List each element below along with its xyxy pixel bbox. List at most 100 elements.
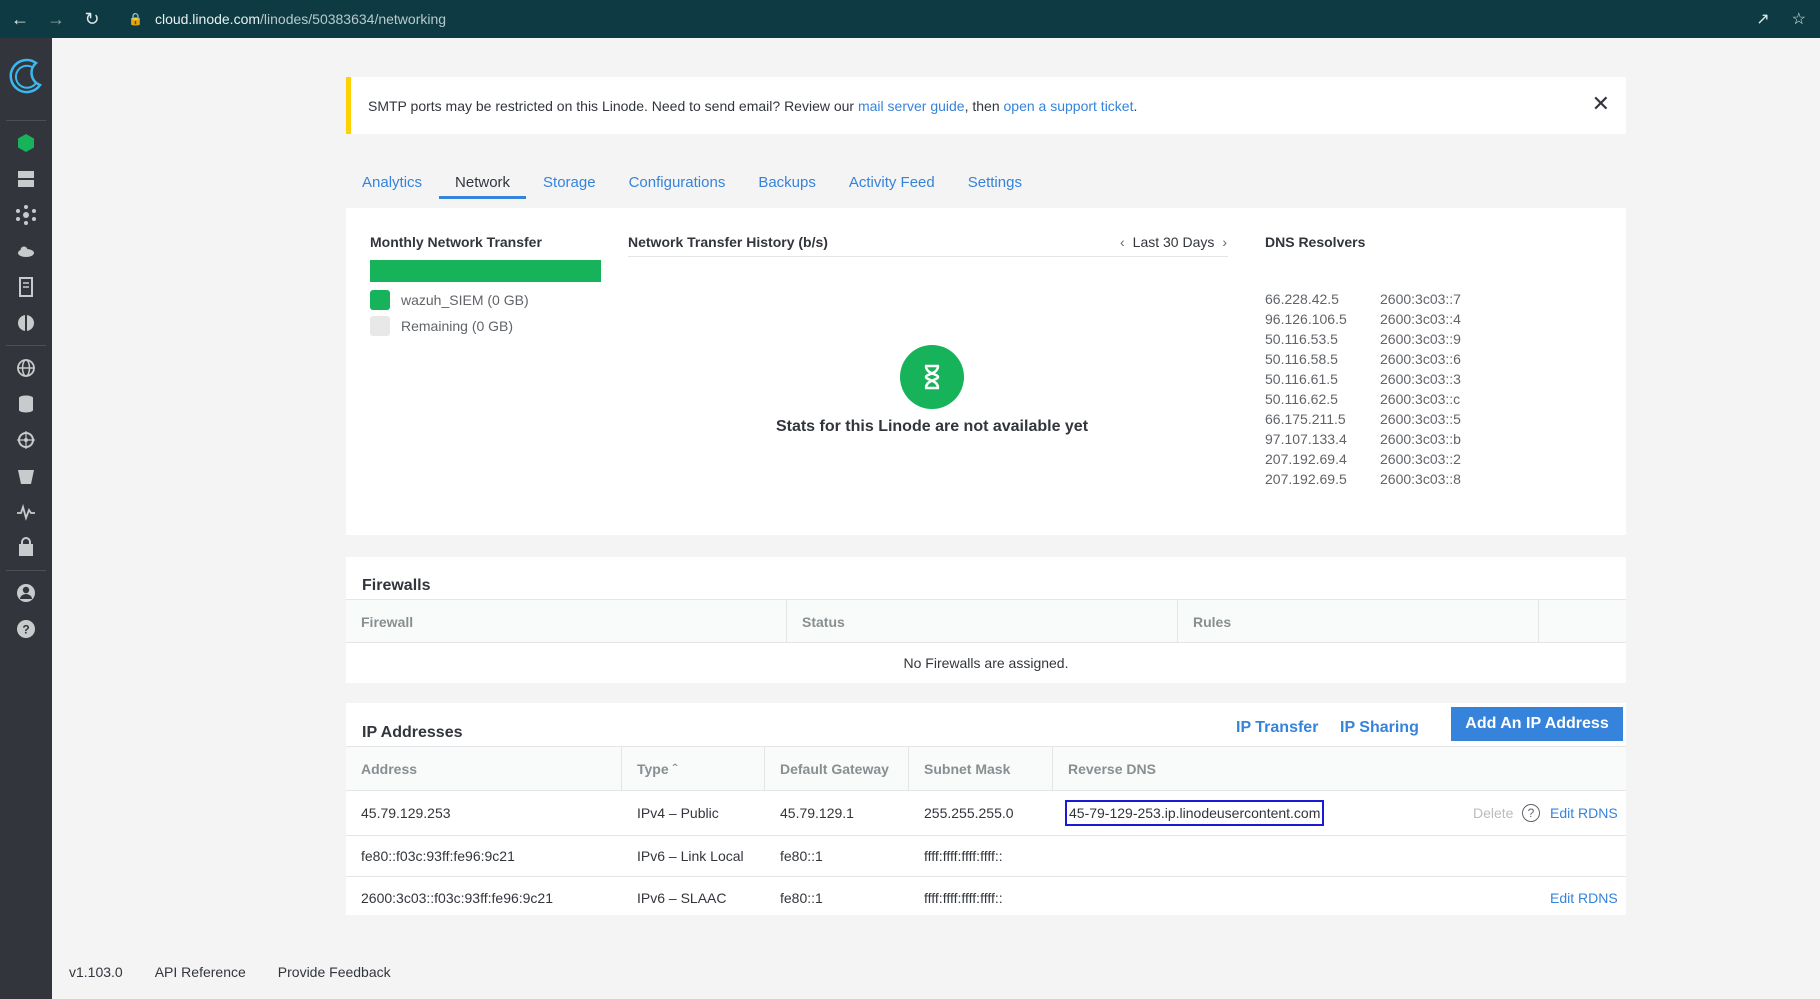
database-icon [19, 395, 33, 413]
sidebar-item-help[interactable]: ? [0, 611, 52, 647]
ip-type-cell: IPv6 – Link Local [637, 848, 744, 864]
reload-icon[interactable]: ↻ [76, 3, 108, 35]
ip-gateway-cell: fe80::1 [780, 848, 823, 864]
sidebar-item-nodebalancers[interactable] [0, 197, 52, 233]
ip-address-cell: fe80::f03c:93ff:fe96:9c21 [361, 848, 515, 864]
address-bar[interactable]: 🔒 cloud.linode.com/linodes/50383634/netw… [128, 11, 446, 27]
api-reference-link[interactable]: API Reference [155, 964, 246, 980]
globe-icon [17, 359, 35, 377]
mail-server-guide-link[interactable]: mail server guide [858, 98, 965, 114]
history-range-label: Last 30 Days [1132, 234, 1215, 250]
url-path: /linodes/50383634/networking [260, 11, 447, 27]
ip-address-cell: 45.79.129.253 [361, 805, 451, 821]
stats-unavailable-text: Stats for this Linode are not available … [775, 418, 1089, 435]
sidebar-item-domains[interactable] [0, 233, 52, 269]
kubernetes-wheel-icon [17, 431, 35, 449]
ip-transfer-link[interactable]: IP Transfer [1236, 719, 1318, 737]
chevron-right-icon[interactable]: › [1222, 234, 1227, 250]
history-divider [628, 256, 1228, 257]
sidebar-item-object-storage[interactable] [0, 458, 52, 494]
version-label: v1.103.0 [69, 964, 123, 980]
table-row: 2600:3c03::f03c:93ff:fe96:9c21 IPv6 – SL… [346, 877, 1626, 918]
tab-configurations[interactable]: Configurations [613, 162, 742, 199]
svg-text:?: ? [22, 623, 29, 637]
tab-analytics[interactable]: Analytics [346, 162, 438, 199]
browser-toolbar: ← → ↻ 🔒 cloud.linode.com/linodes/5038363… [0, 0, 1820, 38]
column-header-type[interactable]: Type ˆ [622, 747, 765, 790]
firewalls-empty-state: No Firewalls are assigned. [903, 655, 1069, 671]
dns-row: 50.116.61.5 2600:3c03::3 [1265, 371, 1461, 387]
dns-row: 50.116.53.5 2600:3c03::9 [1265, 331, 1461, 347]
ip-table-header: Address Type ˆ Default Gateway Subnet Ma… [346, 746, 1626, 791]
forward-icon[interactable]: → [40, 3, 72, 35]
linode-logo-icon [9, 58, 42, 94]
column-header-firewall: Firewall [346, 600, 787, 642]
history-title: Network Transfer History (b/s) [628, 234, 828, 250]
close-icon[interactable]: ✕ [1592, 93, 1610, 115]
dns-row: 97.107.133.4 2600:3c03::b [1265, 431, 1461, 447]
linode-logo[interactable] [0, 38, 52, 116]
sidebar-item-longview[interactable] [0, 494, 52, 530]
tab-activity-feed[interactable]: Activity Feed [833, 162, 951, 199]
sidebar-item-stackscripts[interactable] [0, 269, 52, 305]
used-label: wazuh_SIEM (0 GB) [401, 292, 529, 308]
column-header-status: Status [787, 600, 1178, 642]
cloud-icon [18, 246, 34, 257]
reverse-dns-cell: 45-79-129-253.ip.linodeusercontent.com [1065, 800, 1325, 826]
document-icon [19, 277, 33, 297]
sidebar-item-linodes[interactable] [0, 125, 52, 161]
edit-rdns-button[interactable]: Edit RDNS [1550, 890, 1618, 906]
sidebar-item-account[interactable] [0, 575, 52, 611]
ip-type-cell: IPv6 – SLAAC [637, 889, 727, 906]
sidebar-item-volumes[interactable] [0, 161, 52, 197]
transfer-usage-bar [370, 260, 601, 282]
bucket-icon [18, 470, 34, 484]
account-user-icon [17, 584, 35, 602]
linodes-hexagon-icon [18, 134, 34, 152]
help-question-icon: ? [17, 620, 35, 638]
tab-settings[interactable]: Settings [952, 162, 1038, 199]
support-ticket-link[interactable]: open a support ticket [1004, 98, 1134, 114]
delete-ip-button[interactable]: Delete [1473, 805, 1513, 821]
firewalls-panel: Firewalls Firewall Status Rules No Firew… [346, 557, 1626, 683]
dns-row: 66.175.211.5 2600:3c03::5 [1265, 411, 1461, 427]
transfer-title: Monthly Network Transfer [370, 234, 542, 250]
volumes-icon [18, 171, 34, 187]
add-ip-address-button[interactable]: Add An IP Address [1451, 707, 1623, 741]
sidebar-item-kubernetes[interactable] [0, 422, 52, 458]
help-question-icon[interactable]: ? [1522, 804, 1540, 822]
share-icon[interactable]: ↗ [1756, 9, 1769, 29]
ip-subnet-cell: 255.255.255.0 [924, 805, 1014, 821]
tab-storage[interactable]: Storage [527, 162, 612, 199]
column-header-actions [1539, 600, 1626, 642]
ip-subnet-cell: ffff:ffff:ffff:ffff:: [924, 848, 1003, 864]
dns-row: 66.228.42.5 2600:3c03::7 [1265, 291, 1461, 307]
sort-ascending-icon: ˆ [672, 761, 678, 777]
back-icon[interactable]: ← [4, 3, 36, 35]
remaining-label: Remaining (0 GB) [401, 318, 514, 334]
ip-addresses-panel: IP Addresses IP Transfer IP Sharing Add … [346, 703, 1626, 915]
ip-sharing-link[interactable]: IP Sharing [1340, 719, 1419, 737]
column-header-subnet[interactable]: Subnet Mask [909, 747, 1053, 790]
column-header-address[interactable]: Address [346, 747, 622, 790]
sidebar-item-marketplace[interactable] [0, 530, 52, 566]
nodebalancer-icon [16, 205, 36, 225]
images-icon [18, 315, 34, 331]
sidebar-item-databases[interactable] [0, 386, 52, 422]
sidebar-item-domains-globe[interactable] [0, 350, 52, 386]
sidebar: ? [0, 38, 52, 999]
sidebar-divider [6, 120, 46, 121]
tab-network[interactable]: Network [439, 162, 527, 199]
lock-icon: 🔒 [128, 12, 143, 26]
provide-feedback-link[interactable]: Provide Feedback [278, 964, 391, 980]
firewalls-title: Firewalls [362, 577, 431, 594]
column-header-gateway[interactable]: Default Gateway [765, 747, 909, 790]
smtp-notice: SMTP ports may be restricted on this Lin… [346, 77, 1626, 134]
page-footer: v1.103.0 API Reference Provide Feedback [69, 964, 391, 980]
tab-backups[interactable]: Backups [742, 162, 832, 199]
chevron-left-icon[interactable]: ‹ [1120, 234, 1125, 250]
edit-rdns-button[interactable]: Edit RDNS [1550, 805, 1618, 821]
sidebar-item-images[interactable] [0, 305, 52, 341]
table-row: fe80::f03c:93ff:fe96:9c21 IPv6 – Link Lo… [346, 836, 1626, 877]
bookmark-star-icon[interactable]: ☆ [1792, 9, 1806, 29]
